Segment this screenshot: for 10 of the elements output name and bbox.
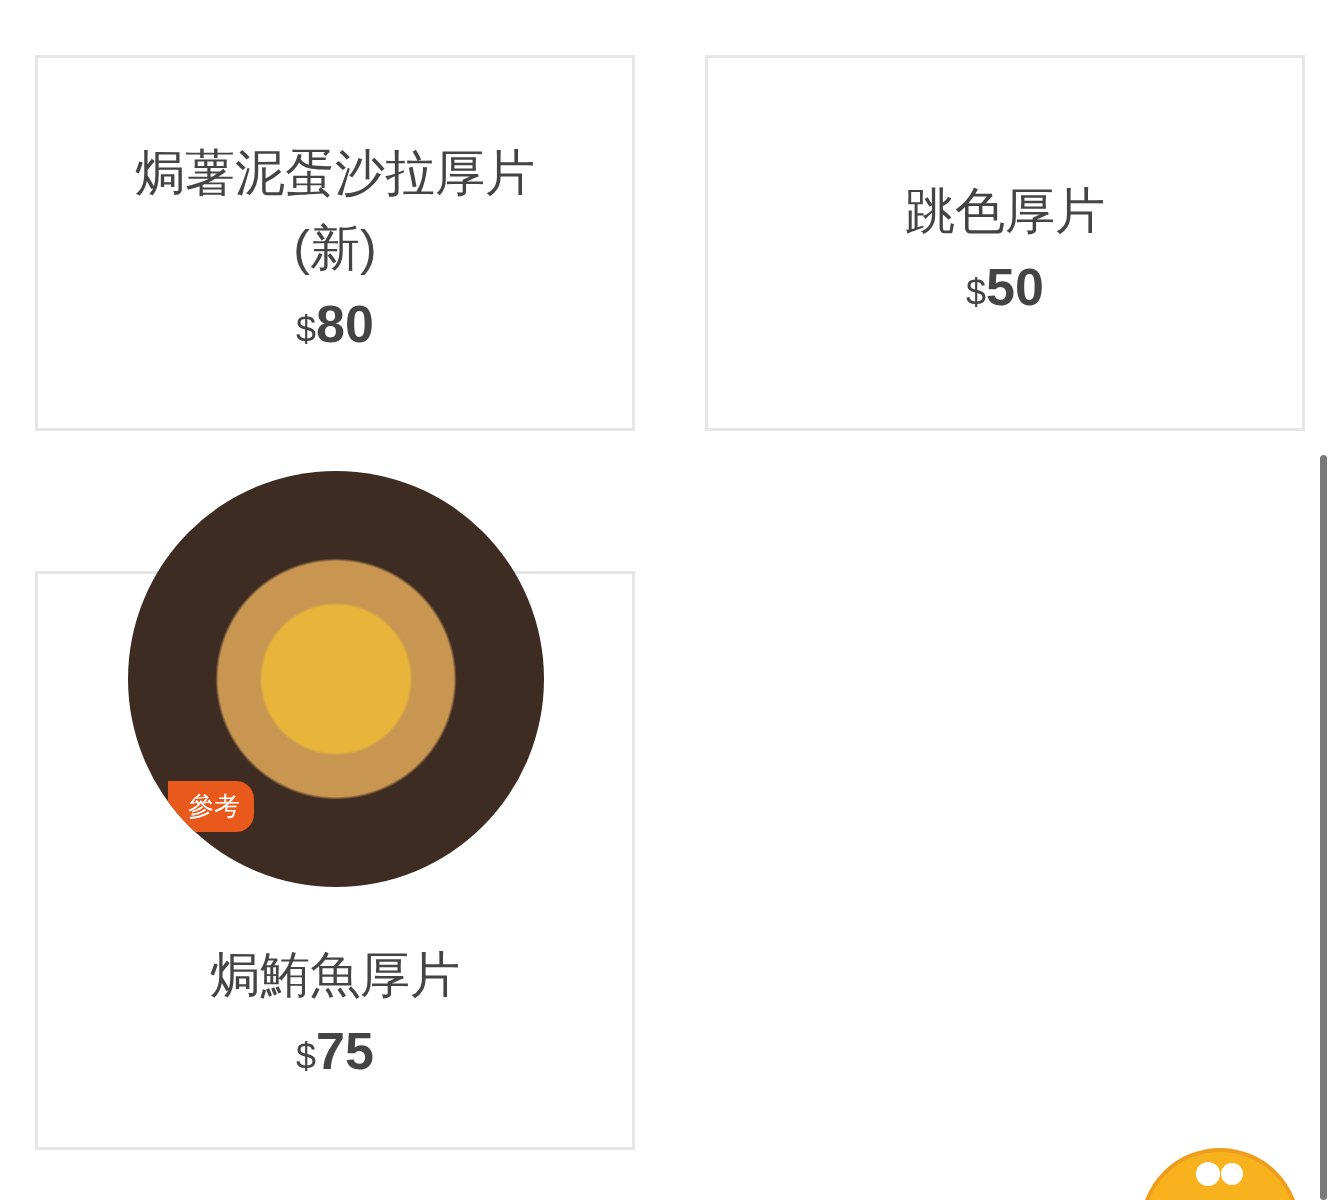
item-price: $50	[966, 260, 1044, 313]
scrollbar[interactable]	[1320, 455, 1327, 1200]
menu-item-card[interactable]: 跳色厚片 $50	[705, 55, 1305, 431]
item-price: $80	[296, 298, 374, 350]
reference-badge: 參考	[168, 781, 254, 832]
item-name: 焗薯泥蛋沙拉厚片(新)	[134, 144, 536, 278]
item-name: 跳色厚片	[905, 181, 1105, 241]
item-name: 焗鮪魚厚片	[210, 946, 460, 1005]
item-price: $75	[296, 1025, 374, 1077]
menu-item-card[interactable]: 焗薯泥蛋沙拉厚片(新) $80	[35, 55, 635, 431]
